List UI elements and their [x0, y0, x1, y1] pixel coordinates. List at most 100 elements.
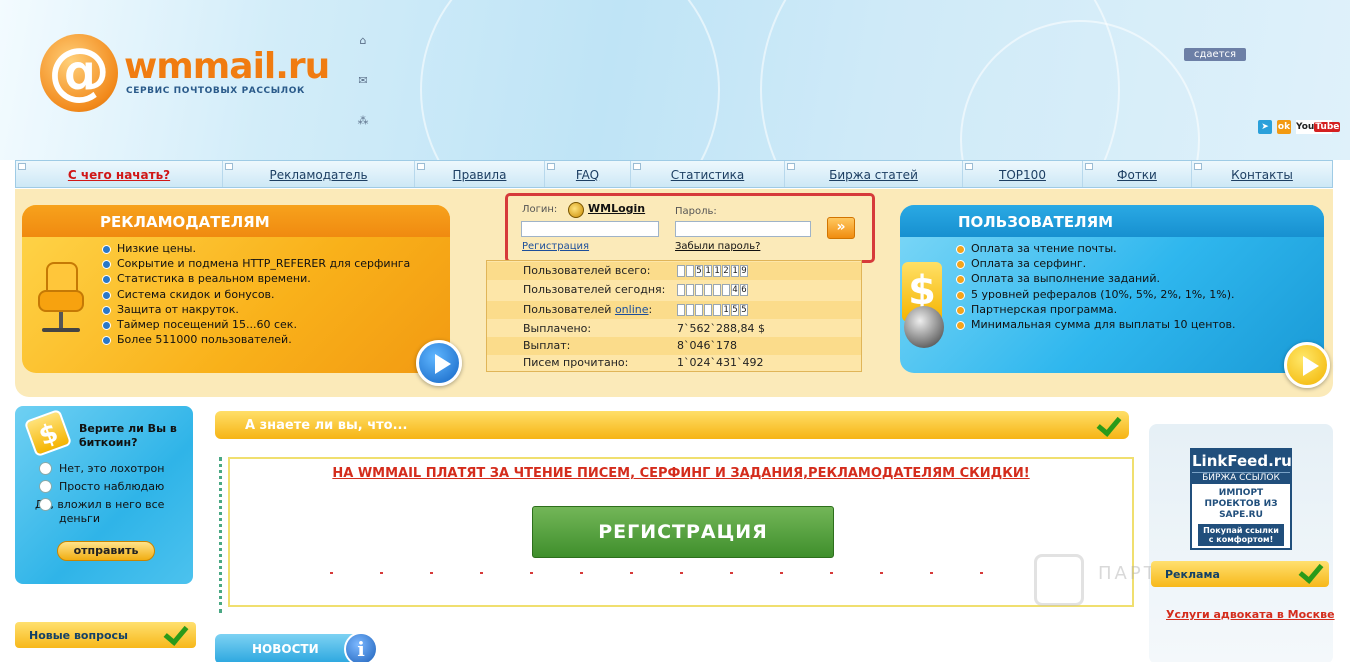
list-item: Статистика в реальном времени.: [102, 271, 410, 286]
login-submit-button[interactable]: »: [827, 217, 855, 239]
users-panel: ПОЛЬЗОВАТЕЛЯМ Оплата за чтение почты. Оп…: [900, 205, 1324, 373]
wmlogin-link[interactable]: WMLogin: [588, 202, 645, 215]
sitemap-icon[interactable]: ⁂: [356, 115, 370, 127]
logo-tagline: СЕРВИС ПОЧТОВЫХ РАССЫЛОК: [126, 86, 305, 96]
online-link[interactable]: online: [615, 303, 649, 316]
list-item: 5 уровней рефералов (10%, 5%, 2%, 1%, 1%…: [956, 287, 1236, 302]
login-input[interactable]: [521, 221, 659, 237]
table-row: Писем прочитано: 1`024`431`492: [487, 354, 861, 372]
table-row: Пользователей сегодня: 46: [487, 281, 861, 299]
webmoney-icon: [568, 202, 584, 218]
odnoklassniki-icon[interactable]: ok: [1277, 120, 1291, 134]
promo-headline[interactable]: НА WMMAIL ПЛАТЯТ ЗА ЧТЕНИЕ ПИСЕМ, СЕРФИН…: [230, 466, 1132, 481]
poll-question: Верите ли Вы в биткоин?: [79, 422, 177, 449]
check-icon: [1298, 560, 1324, 582]
did-you-know-header: А знаете ли вы, что...: [215, 411, 1129, 439]
home-icon[interactable]: ⌂: [356, 35, 370, 47]
news-header[interactable]: НОВОСТИ: [215, 634, 365, 662]
nav-article-exchange[interactable]: Биржа статей: [785, 161, 963, 187]
stat-label: Писем прочитано:: [523, 356, 629, 369]
radio-button[interactable]: [39, 462, 52, 475]
stat-label: Выплачено:: [523, 322, 592, 335]
check-icon: [163, 622, 189, 644]
table-row: Пользователей online: 155: [487, 301, 861, 319]
users-play-button[interactable]: [1284, 342, 1330, 388]
password-input[interactable]: [675, 221, 811, 237]
advertisers-play-button[interactable]: [416, 340, 462, 386]
promo-box: НА WMMAIL ПЛАТЯТ ЗА ЧТЕНИЕ ПИСЕМ, СЕРФИН…: [228, 457, 1134, 607]
main-nav: С чего начать? Рекламодатель Правила FAQ…: [15, 160, 1333, 188]
header: @ wmmail.ru СЕРВИС ПОЧТОВЫХ РАССЫЛОК ⌂ ✉…: [0, 0, 1350, 160]
content-divider: [219, 457, 222, 613]
nav-contacts[interactable]: Контакты: [1192, 161, 1332, 187]
nav-advertiser[interactable]: Рекламодатель: [223, 161, 415, 187]
stat-value: 8`046`178: [677, 339, 737, 352]
list-item: Защита от накруток.: [102, 302, 410, 317]
watermark-logo: [1034, 554, 1084, 606]
stat-label: Выплат:: [523, 339, 571, 352]
dollar-icon: $: [23, 408, 73, 458]
stats-table: Пользователей всего: 511219 Пользователе…: [486, 260, 862, 372]
register-button[interactable]: РЕГИСТРАЦИЯ: [532, 506, 834, 558]
register-link[interactable]: Регистрация: [522, 241, 589, 252]
rent-badge[interactable]: сдается: [1184, 48, 1247, 61]
forgot-password-link[interactable]: Забыли пароль?: [675, 241, 760, 252]
nav-getting-started[interactable]: С чего начать?: [16, 161, 223, 187]
list-item: Оплата за серфинг.: [956, 256, 1236, 271]
dollar-mouse-icon: $: [902, 262, 948, 348]
list-item: Более 511000 пользователей.: [102, 332, 410, 347]
today-users-counter: 46: [677, 284, 749, 296]
linkfeed-text: ИМПОРТ ПРОЕКТОВ ИЗ SAPE.RU: [1204, 488, 1278, 520]
table-row: Выплат: 8`046`178: [487, 337, 861, 355]
poll-option[interactable]: Да, вложил в него все деньги: [15, 498, 185, 526]
mail-icon[interactable]: ✉: [356, 75, 370, 87]
list-item: Таймер посещений 15...60 сек.: [102, 317, 410, 332]
table-row: Пользователей всего: 511219: [487, 262, 861, 280]
poll-option[interactable]: Нет, это лохотрон: [39, 462, 189, 476]
bitcoin-poll: $ Верите ли Вы в биткоин? Нет, это лохот…: [15, 406, 193, 584]
password-label: Пароль:: [675, 206, 717, 217]
ads-link[interactable]: Услуги адвоката в Москве: [1166, 608, 1335, 621]
list-item: Сокрытие и подмена HTTP_REFERER для серф…: [102, 256, 410, 271]
list-item: Партнерская программа.: [956, 302, 1236, 317]
linkfeed-title: LinkFeed.ru: [1192, 450, 1292, 472]
users-title: ПОЛЬЗОВАТЕЛЯМ: [900, 205, 1324, 237]
nav-statistics[interactable]: Статистика: [631, 161, 785, 187]
youtube-icon[interactable]: YouTube: [1296, 120, 1341, 134]
list-item: Оплата за выполнение заданий.: [956, 271, 1236, 286]
telegram-icon[interactable]: ➤: [1258, 120, 1272, 134]
stat-value: 1`024`431`492: [677, 356, 764, 369]
info-icon: i: [344, 632, 378, 662]
stat-label: Пользователей всего:: [523, 264, 651, 277]
stat-value: 7`562`288,84 $: [677, 322, 765, 335]
background-swirl: [420, 0, 720, 160]
advertisers-list: Низкие цены. Сокрытие и подмена HTTP_REF…: [102, 241, 410, 347]
login-label: Логин:: [522, 204, 558, 215]
users-list: Оплата за чтение почты. Оплата за серфин…: [956, 241, 1236, 332]
nav-top100[interactable]: TOP100: [963, 161, 1083, 187]
radio-button[interactable]: [39, 480, 52, 493]
logo-at-icon: @: [40, 34, 118, 112]
poll-submit-button[interactable]: отправить: [57, 541, 155, 561]
stat-label: Пользователей сегодня:: [523, 283, 666, 296]
list-item: Оплата за чтение почты.: [956, 241, 1236, 256]
login-form: Логин: WMLogin Регистрация Пароль: Забыл…: [505, 193, 875, 263]
radio-button[interactable]: [39, 498, 52, 511]
nav-faq[interactable]: FAQ: [545, 161, 631, 187]
total-users-counter: 511219: [677, 265, 749, 277]
stat-label: Пользователей online:: [523, 303, 653, 316]
list-item: Минимальная сумма для выплаты 10 центов.: [956, 317, 1236, 332]
linkfeed-banner[interactable]: LinkFeed.ru БИРЖА ССЫЛОК ИМПОРТ ПРОЕКТОВ…: [1190, 448, 1292, 550]
check-icon: [1096, 413, 1122, 435]
nav-photos[interactable]: Фотки: [1083, 161, 1192, 187]
linkfeed-slogan: Покупай ссылки с комфортом!: [1198, 524, 1284, 546]
dashed-line: [330, 572, 1030, 574]
advertisers-title: РЕКЛАМОДАТЕЛЯМ: [22, 205, 450, 237]
poll-option[interactable]: Просто наблюдаю: [39, 480, 189, 494]
logo-name: wmmail.ru: [124, 46, 330, 87]
linkfeed-subtitle: БИРЖА ССЫЛОК: [1192, 472, 1290, 484]
list-item: Низкие цены.: [102, 241, 410, 256]
site-logo[interactable]: @ wmmail.ru СЕРВИС ПОЧТОВЫХ РАССЫЛОК: [36, 30, 330, 114]
nav-rules[interactable]: Правила: [415, 161, 545, 187]
table-row: Выплачено: 7`562`288,84 $: [487, 320, 861, 338]
